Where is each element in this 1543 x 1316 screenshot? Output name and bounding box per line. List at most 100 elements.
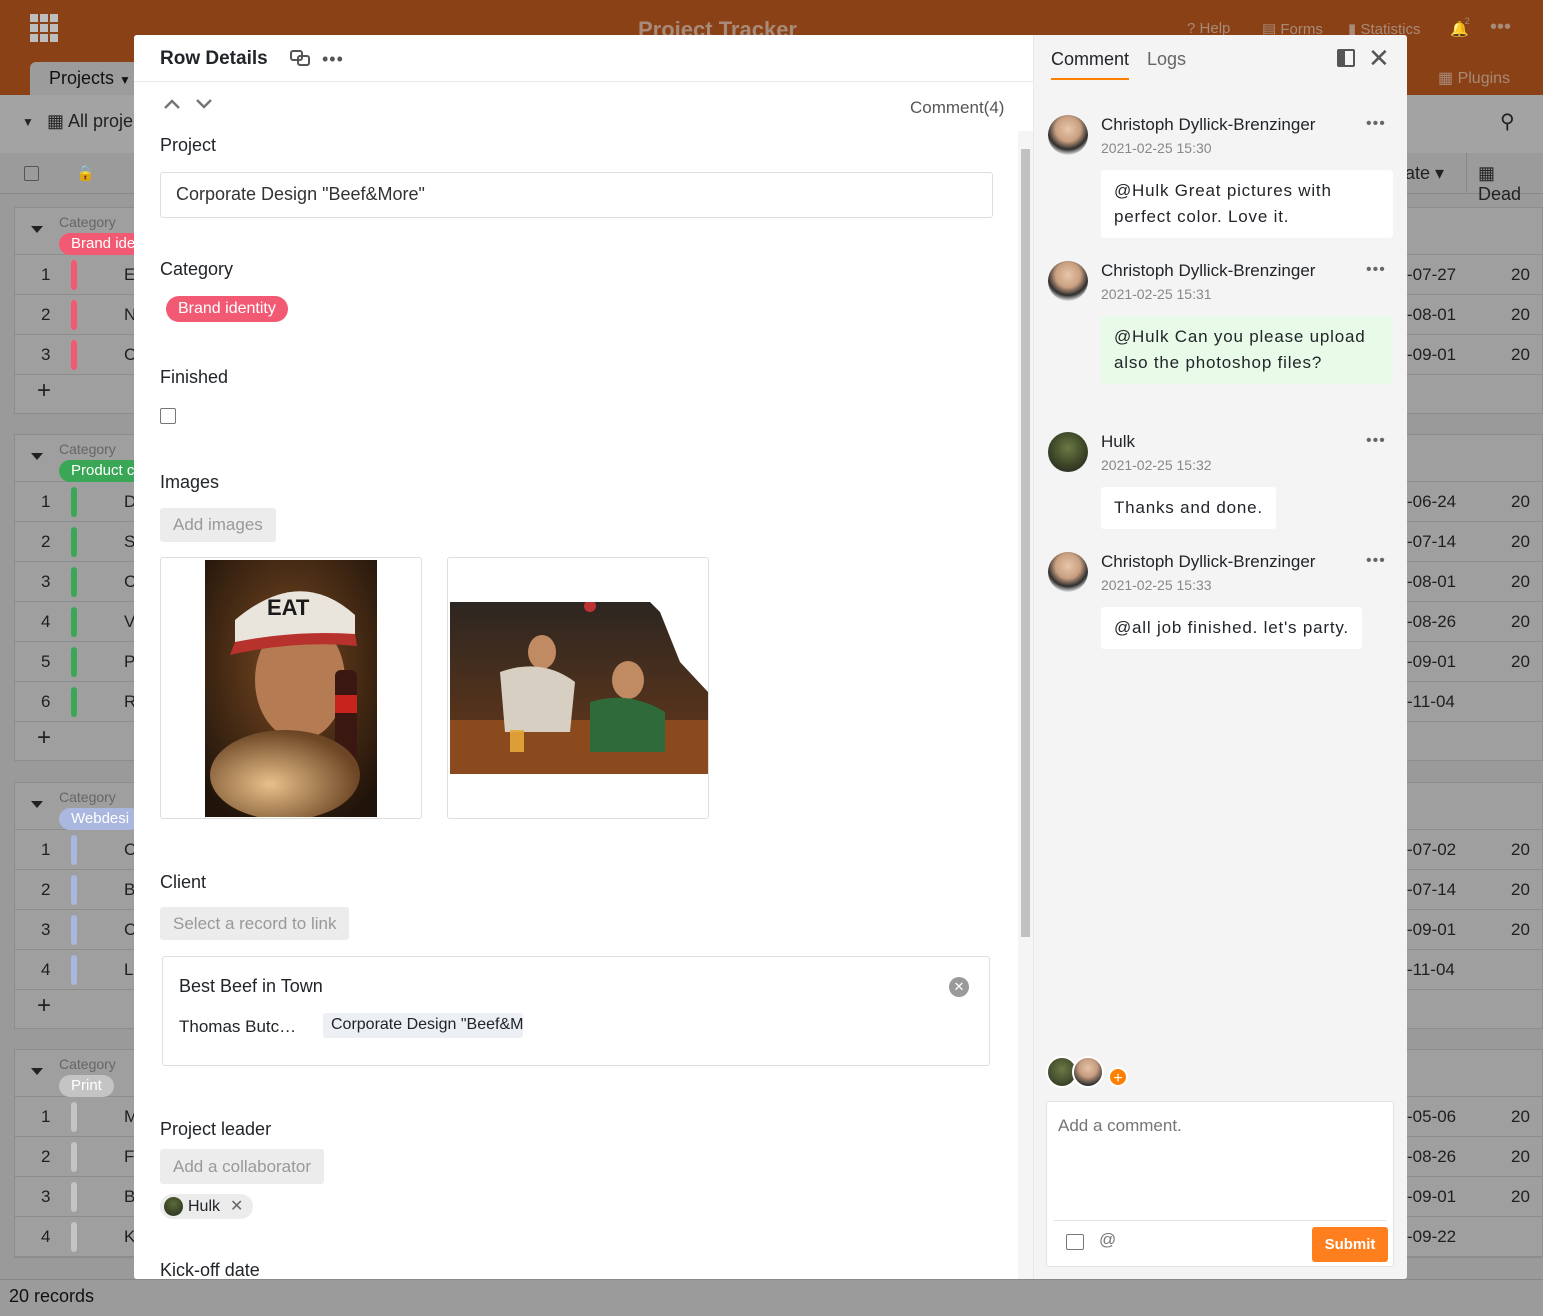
tab-projects[interactable]: Projects ▼ bbox=[30, 62, 142, 95]
row-color-bar bbox=[71, 260, 77, 290]
row-color-bar bbox=[71, 647, 77, 677]
form-scrollbar[interactable] bbox=[1018, 131, 1033, 1279]
view-selector[interactable]: ▦ All proje bbox=[47, 111, 133, 132]
collapse-icon[interactable] bbox=[31, 1068, 43, 1075]
row-date: -09-01 bbox=[1407, 1187, 1457, 1206]
project-input[interactable]: Corporate Design "Beef&More" bbox=[160, 172, 993, 218]
row-color-bar bbox=[71, 915, 77, 945]
submit-button[interactable]: Submit bbox=[1312, 1227, 1388, 1262]
toggle-panel-icon[interactable] bbox=[1337, 49, 1355, 67]
previous-row-icon[interactable] bbox=[163, 97, 181, 111]
more-options-icon[interactable]: ••• bbox=[322, 49, 344, 70]
next-row-icon[interactable] bbox=[195, 97, 213, 111]
lock-icon: 🔒 bbox=[76, 165, 95, 182]
row-date: -07-14 bbox=[1407, 880, 1457, 899]
row-color-bar bbox=[71, 875, 77, 905]
chevron-down-icon: ▼ bbox=[119, 73, 131, 87]
image-thumbnail[interactable] bbox=[447, 557, 709, 819]
collapse-icon[interactable] bbox=[31, 226, 43, 233]
comment-author: Christoph Dyllick-Brenzinger bbox=[1101, 552, 1316, 571]
column-date[interactable]: ate ▾ bbox=[1405, 163, 1444, 184]
plus-icon: + bbox=[37, 724, 52, 751]
plus-icon: + bbox=[37, 992, 52, 1019]
row-number: 2 bbox=[41, 305, 51, 324]
row-date: -09-22 bbox=[1407, 1227, 1457, 1246]
column-deadline-label: Dead bbox=[1478, 184, 1522, 204]
image-icon[interactable] bbox=[1066, 1234, 1084, 1250]
row-color-bar bbox=[71, 340, 77, 370]
row-deadline: 20 bbox=[1511, 1107, 1530, 1126]
comment-more-icon[interactable]: ••• bbox=[1366, 552, 1386, 570]
notification-badge: 2 bbox=[1464, 16, 1470, 26]
comment-text: Thanks and done. bbox=[1101, 487, 1276, 529]
select-record-button[interactable]: Select a record to link bbox=[160, 907, 350, 940]
row-deadline: 20 bbox=[1511, 920, 1530, 939]
tab-projects-label: Projects bbox=[49, 68, 115, 88]
comment-input[interactable] bbox=[1047, 1102, 1393, 1220]
linked-record-title: Best Beef in Town bbox=[179, 976, 323, 996]
plugins-button[interactable]: ▦ Plugins bbox=[1438, 68, 1510, 88]
row-deadline: 20 bbox=[1511, 265, 1530, 284]
row-date: -07-02 bbox=[1407, 840, 1457, 859]
comment-time: 2021-02-25 15:31 bbox=[1101, 286, 1212, 302]
row-number: 5 bbox=[41, 652, 51, 671]
tab-logs[interactable]: Logs bbox=[1147, 49, 1186, 70]
field-list: Project Corporate Design "Beef&More" Cat… bbox=[134, 125, 1019, 1279]
comment-author: Hulk bbox=[1101, 432, 1136, 451]
mention-icon[interactable]: @ bbox=[1099, 1230, 1116, 1250]
avatar bbox=[1048, 261, 1088, 301]
close-icon[interactable]: ✕ bbox=[1368, 43, 1390, 74]
finished-checkbox[interactable] bbox=[160, 408, 176, 424]
remove-collaborator-icon[interactable]: ✕ bbox=[230, 1198, 243, 1215]
avatar bbox=[164, 1197, 183, 1217]
caret-down-icon[interactable]: ▼ bbox=[22, 115, 34, 129]
comment-more-icon[interactable]: ••• bbox=[1366, 261, 1386, 279]
comment-count-link[interactable]: Comment(4) bbox=[910, 98, 1004, 118]
group-caption: Category bbox=[59, 441, 116, 457]
add-collaborator-button[interactable]: Add a collaborator bbox=[160, 1149, 324, 1184]
add-participant-icon[interactable]: + bbox=[1108, 1067, 1128, 1087]
scrollbar-thumb[interactable] bbox=[1021, 149, 1030, 937]
row-date: -07-14 bbox=[1407, 532, 1457, 551]
collapse-icon[interactable] bbox=[31, 801, 43, 808]
photo-restaurant bbox=[450, 602, 708, 774]
select-all-checkbox[interactable] bbox=[24, 166, 39, 181]
row-color-bar bbox=[71, 527, 77, 557]
kickoff-date-label: Kick-off date bbox=[160, 1260, 260, 1279]
photo-man-cap: EAT bbox=[205, 560, 377, 817]
collaborator-name: Hulk bbox=[188, 1198, 221, 1215]
row-deadline: 20 bbox=[1511, 572, 1530, 591]
row-number: 3 bbox=[41, 1187, 51, 1206]
row-date: -09-01 bbox=[1407, 345, 1457, 364]
table-footer bbox=[0, 1279, 1543, 1316]
finished-label: Finished bbox=[160, 367, 229, 387]
row-deadline: 20 bbox=[1511, 880, 1530, 899]
row-deadline: 20 bbox=[1511, 652, 1530, 671]
project-label: Project bbox=[160, 135, 217, 155]
row-deadline: 20 bbox=[1511, 492, 1530, 511]
apps-grid-icon[interactable] bbox=[30, 14, 58, 42]
row-deadline: 20 bbox=[1511, 840, 1530, 859]
row-date: -08-26 bbox=[1407, 612, 1457, 631]
column-deadline[interactable]: ▦ Dead bbox=[1478, 163, 1543, 205]
add-images-button[interactable]: Add images bbox=[160, 508, 276, 542]
remove-link-icon[interactable]: ✕ bbox=[949, 977, 969, 997]
image-thumbnail[interactable]: EAT bbox=[160, 557, 422, 819]
group-tag: Print bbox=[59, 1075, 114, 1097]
more-menu-icon[interactable]: ••• bbox=[1490, 16, 1511, 39]
row-number: 6 bbox=[41, 692, 51, 711]
linked-record-card[interactable]: Best Beef in Town ✕ Thomas Butc… Corpora… bbox=[162, 956, 990, 1066]
row-date: -07-27 bbox=[1407, 265, 1457, 284]
category-option-pill[interactable]: Brand identity bbox=[166, 296, 288, 322]
comment-more-icon[interactable]: ••• bbox=[1366, 115, 1386, 133]
row-number: 1 bbox=[41, 492, 51, 511]
tab-comment[interactable]: Comment bbox=[1051, 49, 1130, 80]
comment-text: @Hulk Can you please upload also the pho… bbox=[1101, 316, 1393, 384]
comment-composer: @ Submit bbox=[1046, 1101, 1394, 1267]
copy-link-icon[interactable] bbox=[290, 50, 310, 66]
bell-icon[interactable]: 🔔2 bbox=[1450, 16, 1474, 38]
search-icon[interactable]: ⚲ bbox=[1500, 109, 1515, 134]
comment-more-icon[interactable]: ••• bbox=[1366, 432, 1386, 450]
linked-record-project: Corporate Design "Beef&M bbox=[323, 1013, 523, 1038]
collapse-icon[interactable] bbox=[31, 453, 43, 460]
